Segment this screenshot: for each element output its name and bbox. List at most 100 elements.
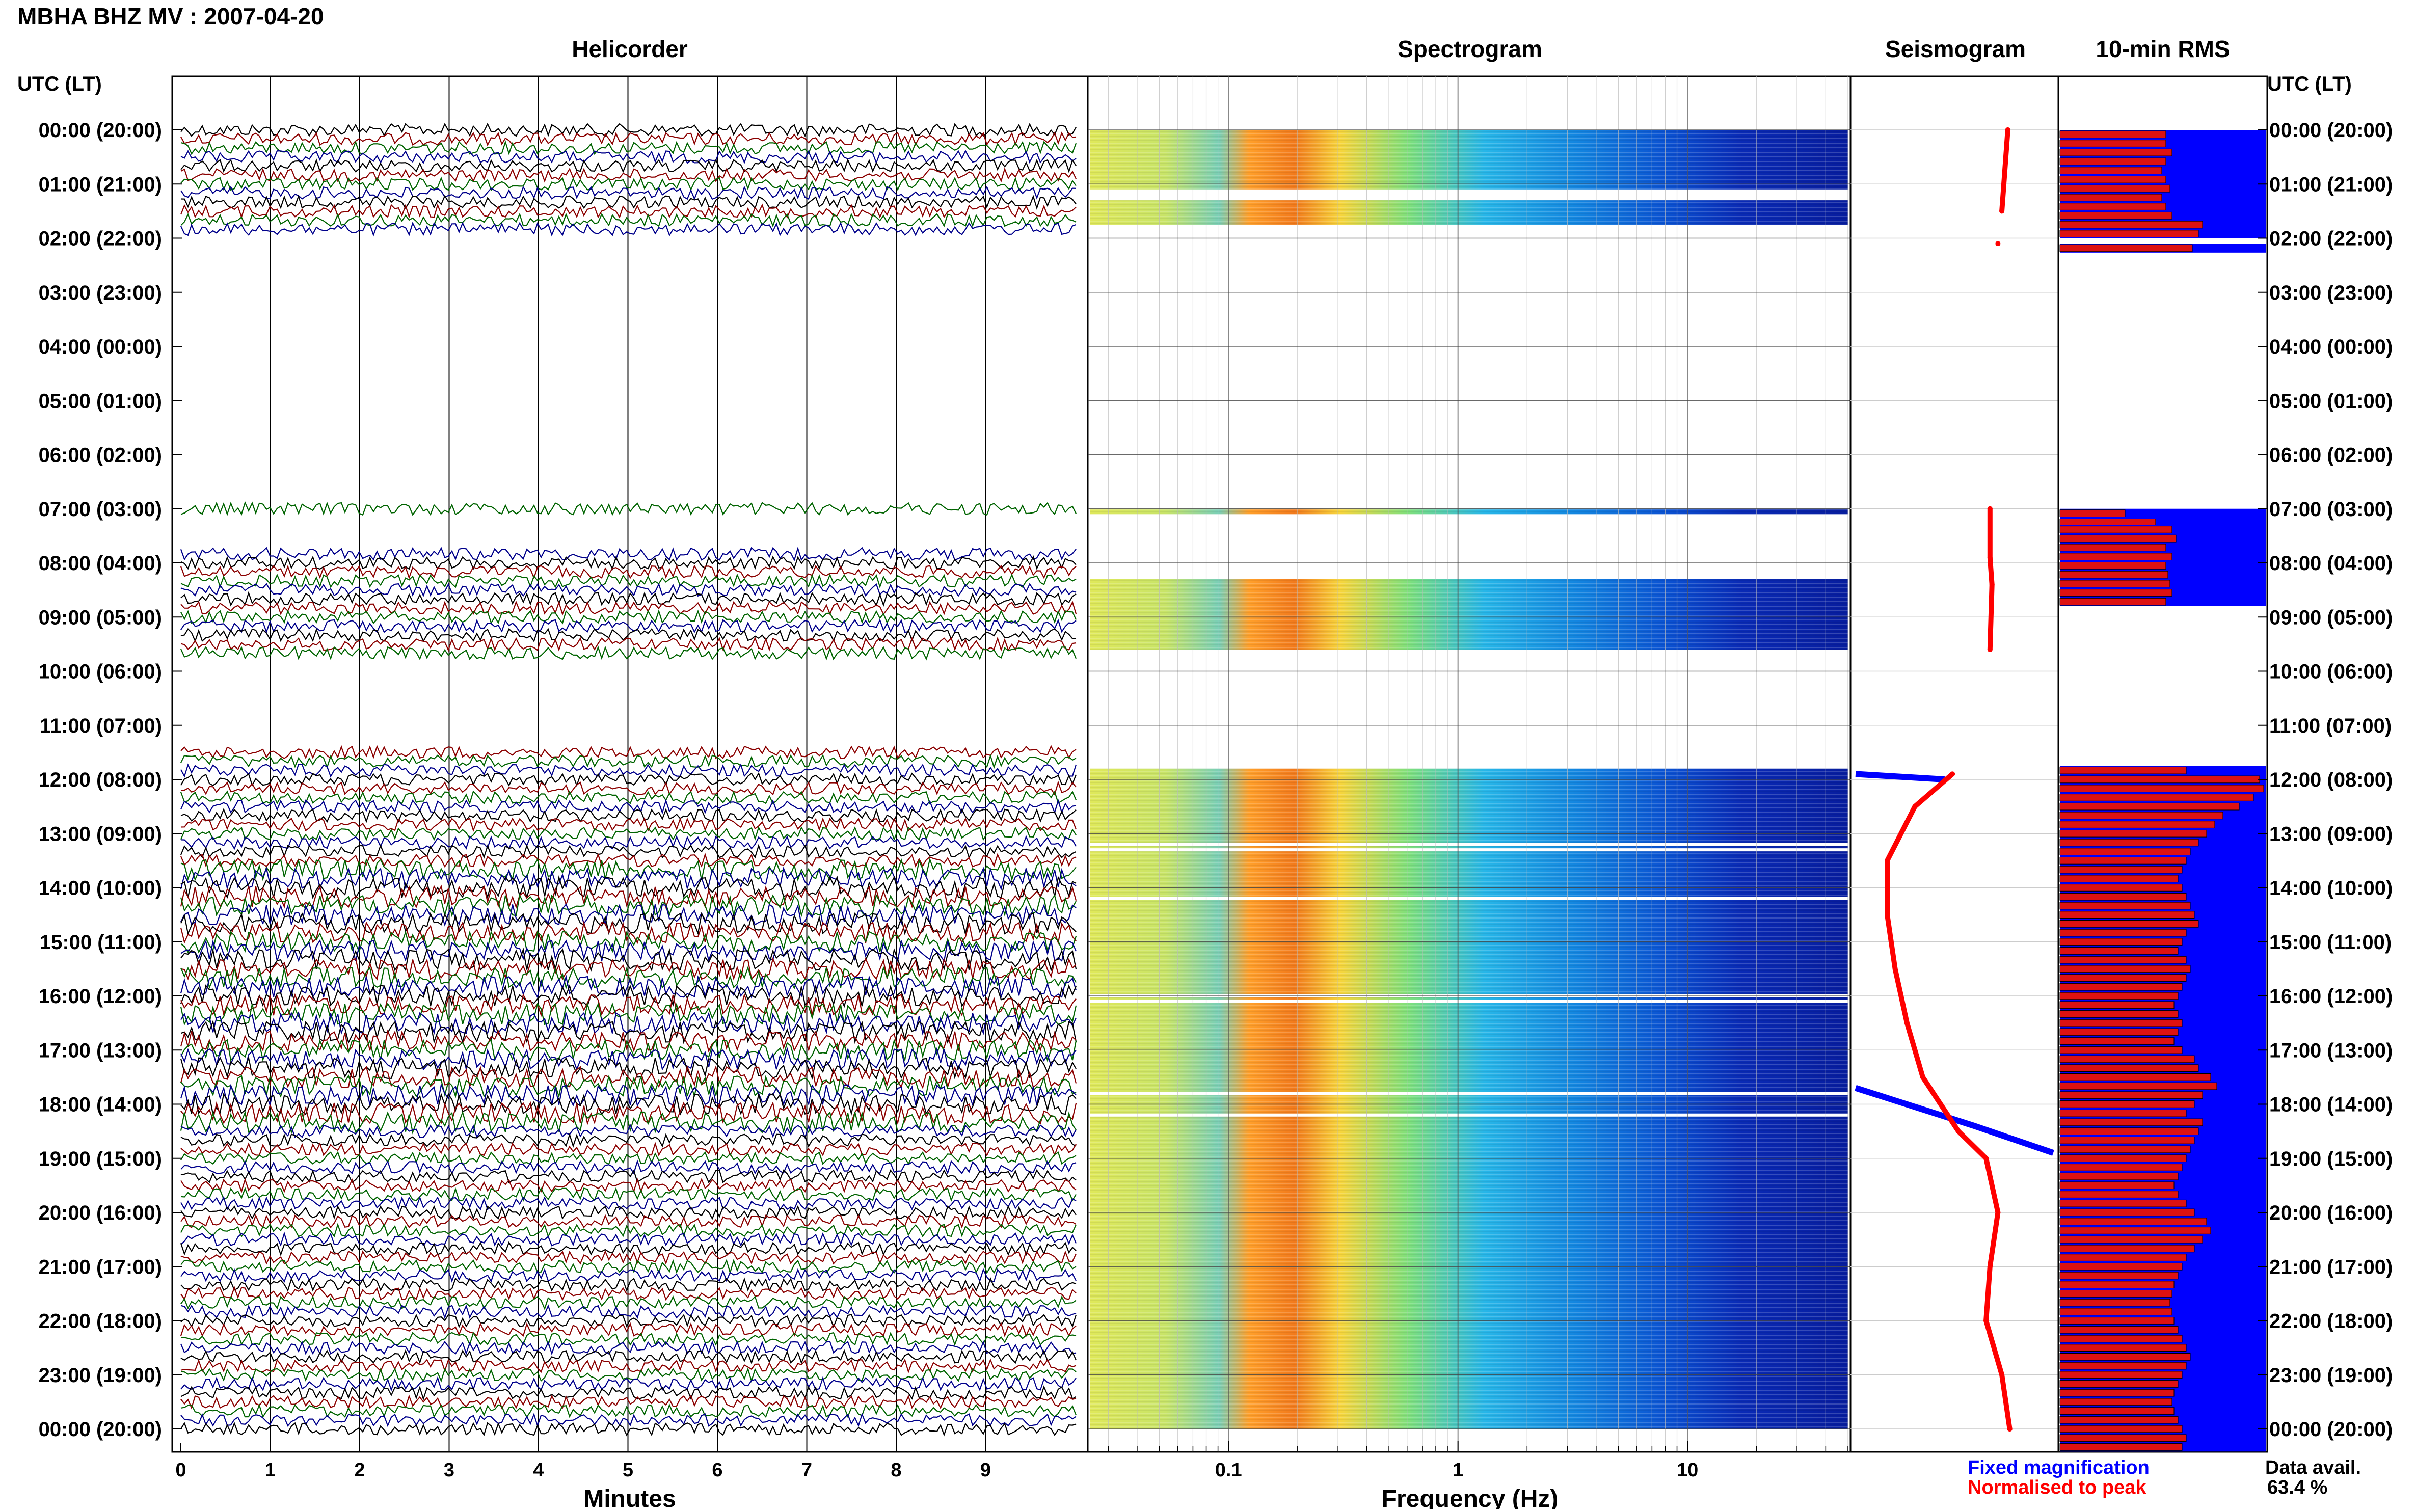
time-label-right: 08:00 (04:00)	[2269, 552, 2393, 575]
left-axis-heading: UTC (LT)	[17, 73, 102, 95]
rms-bar	[2059, 571, 2168, 579]
panel-title-seismogram: Seismogram	[1885, 36, 2026, 62]
helicorder-x-tick-label: 7	[801, 1460, 812, 1481]
rms-bar	[2059, 1055, 2195, 1063]
seismogram-normalised-point	[1892, 966, 1898, 971]
rms-bar	[2059, 589, 2172, 597]
rms-bar	[2059, 974, 2187, 982]
spectrogram-x-tick-label: 10	[1677, 1460, 1698, 1481]
time-label-right: 19:00 (15:00)	[2269, 1148, 2393, 1170]
time-label-left: 02:00 (22:00)	[39, 228, 162, 250]
seismogram-normalised-point	[1885, 912, 1890, 917]
rms-bar	[2059, 1245, 2195, 1253]
time-label-left: 05:00 (01:00)	[39, 390, 162, 412]
spectrogram-gap	[1090, 1092, 1848, 1095]
rms-bar	[2059, 194, 2162, 202]
seismogram-normalised-point	[1912, 804, 1918, 809]
time-label-left: 19:00 (15:00)	[39, 1148, 162, 1170]
rms-bar	[2059, 893, 2187, 901]
rms-bar	[2059, 1326, 2179, 1334]
rms-bar	[2059, 140, 2166, 147]
rms-bar	[2059, 167, 2162, 174]
time-label-left: 18:00 (14:00)	[39, 1094, 162, 1116]
data-availability-value: 63.4 %	[2267, 1477, 2327, 1498]
rms-bar	[2059, 785, 2264, 793]
rms-bar	[2059, 157, 2166, 166]
time-label-right: 01:00 (21:00)	[2269, 173, 2393, 196]
seismogram-normalised-point	[2005, 127, 2010, 132]
rms-bar	[2059, 1118, 2203, 1126]
time-label-right: 18:00 (14:00)	[2269, 1094, 2393, 1116]
rms-bar	[2059, 176, 2166, 183]
rms-bar	[2059, 1262, 2183, 1271]
spectrogram-texture	[1090, 130, 1848, 190]
rms-bar	[2059, 1218, 2207, 1226]
rms-bar	[2059, 244, 2193, 252]
spectrogram-gap	[1090, 897, 1848, 900]
rms-bar	[2059, 1073, 2211, 1081]
spectrogram-texture	[1090, 579, 1848, 650]
time-label-right: 06:00 (02:00)	[2269, 444, 2393, 467]
time-label-left: 12:00 (08:00)	[39, 769, 162, 791]
rms-bar	[2059, 1127, 2199, 1136]
time-label-right: 00:00 (20:00)	[2269, 119, 2393, 142]
helicorder-x-tick-label: 8	[891, 1460, 901, 1481]
spectrogram-texture	[1090, 768, 1848, 1429]
rms-bar	[2059, 1335, 2183, 1343]
time-label-left: 04:00 (00:00)	[39, 336, 162, 358]
seismogram-normalised-point	[1999, 208, 2005, 214]
helicorder-panel	[171, 75, 1089, 1453]
rms-bar	[2059, 1019, 2183, 1027]
seismogram-normalised-point	[1983, 1155, 1989, 1161]
rms-bar	[2059, 956, 2187, 964]
rms-bar	[2059, 1145, 2191, 1153]
panel-title-spectrogram: Spectrogram	[1398, 36, 1542, 62]
rms-bar	[2059, 929, 2187, 937]
seismogram-normalised-point	[1920, 1074, 1925, 1080]
rms-bar	[2059, 1028, 2179, 1036]
time-label-right: 00:00 (20:00)	[2269, 1418, 2393, 1441]
time-label-right: 09:00 (05:00)	[2269, 606, 2393, 629]
rms-panel	[2057, 75, 2268, 1453]
rms-bar	[2059, 1235, 2203, 1244]
rms-bar	[2059, 184, 2170, 193]
rms-bar	[2059, 829, 2207, 838]
spectrogram-gap	[1090, 1000, 1848, 1003]
helicorder-xlabel: Minutes	[583, 1486, 676, 1509]
rms-bar	[2059, 562, 2166, 570]
seismogram-panel	[1849, 75, 2059, 1453]
rms-bar	[2059, 884, 2183, 892]
time-label-left: 13:00 (09:00)	[39, 823, 162, 845]
time-label-left: 21:00 (17:00)	[39, 1256, 162, 1278]
rms-bar	[2059, 1380, 2179, 1388]
rms-bar	[2059, 598, 2166, 606]
rms-bar	[2059, 1109, 2187, 1117]
figure-title: MBHA BHZ MV : 2007-04-20	[17, 3, 324, 30]
rms-bar	[2059, 1290, 2172, 1298]
rms-bar	[2059, 1010, 2179, 1018]
rms-bar	[2059, 875, 2179, 883]
rms-bar	[2059, 1254, 2187, 1261]
legend-fixed-magnification: Fixed magnification	[1968, 1457, 2150, 1478]
rms-bar	[2059, 1317, 2175, 1325]
rms-bar	[2059, 148, 2172, 156]
rms-bar	[2059, 1353, 2191, 1361]
seismogram-normalised-point	[2007, 1426, 2013, 1432]
helicorder-x-tick-label: 2	[354, 1460, 365, 1481]
figure: MBHA BHZ MV : 2007-04-20 Helicorder Spec…	[0, 0, 2415, 1512]
rms-bar	[2059, 911, 2195, 919]
rms-bar	[2059, 1181, 2175, 1190]
time-label-left: 20:00 (16:00)	[39, 1202, 162, 1224]
seismogram-normalised-point	[1999, 1372, 2005, 1378]
helicorder-x-tick-label: 4	[533, 1460, 544, 1481]
panel-title-helicorder: Helicorder	[572, 36, 688, 62]
seismogram-normalised-point	[1987, 506, 1993, 511]
rms-bar	[2059, 1164, 2183, 1171]
spectrogram-texture	[1090, 508, 1848, 515]
spectrogram-x-tick-label: 1	[1453, 1460, 1463, 1481]
spectrogram-gap	[1090, 843, 1848, 846]
time-label-right: 12:00 (08:00)	[2269, 769, 2393, 791]
right-axis-heading: UTC (LT)	[2267, 73, 2352, 95]
helicorder-x-tick-label: 5	[623, 1460, 633, 1481]
rms-bar	[2059, 920, 2199, 928]
